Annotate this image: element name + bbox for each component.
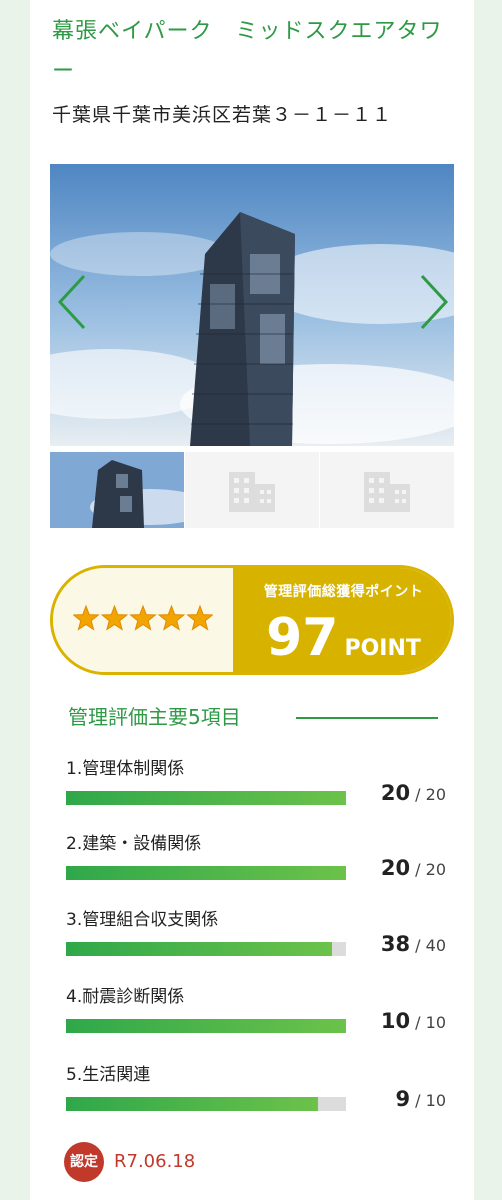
chevron-left-icon [57, 274, 86, 330]
item-score: 20 / 20 [381, 781, 446, 805]
item-label: 4.耐震診断関係 [66, 987, 185, 1007]
item-label: 1.管理体制関係 [66, 759, 185, 779]
score-bar-fill [66, 1019, 346, 1033]
item-label: 3.管理組合収支関係 [66, 910, 219, 930]
star-icon [73, 604, 100, 631]
score-bar [66, 1097, 346, 1111]
thumbnail-placeholder[interactable] [185, 452, 319, 528]
item-score: 10 / 10 [381, 1009, 446, 1033]
next-photo-button[interactable] [410, 270, 454, 334]
evaluation-item: 4.耐震診断関係 10 / 10 [66, 983, 446, 1053]
thumbnail-strip [50, 452, 454, 528]
score-bar [66, 942, 346, 956]
thumbnail-building-photo[interactable] [50, 452, 184, 528]
score-max: / 40 [415, 936, 446, 955]
score-value: 20 [380, 781, 411, 805]
star-icon [157, 604, 186, 631]
item-score: 38 / 40 [381, 932, 446, 956]
item-label: 5.生活関連 [66, 1065, 151, 1085]
score-max: / 10 [415, 1013, 446, 1032]
score-value: 10 [380, 1009, 411, 1033]
score-value: 9 [395, 1087, 411, 1111]
building-placeholder-icon [364, 472, 410, 512]
points-unit: POINT [344, 636, 421, 661]
star-icon [129, 604, 157, 631]
star-rating [73, 604, 213, 631]
evaluation-item: 1.管理体制関係 20 / 20 [66, 755, 446, 825]
property-name: 幕張ベイパーク ミッドスクエアタワー [52, 19, 443, 84]
building-placeholder-icon [229, 472, 275, 512]
score-max: / 20 [415, 860, 446, 879]
property-card: 幕張ベイパーク ミッドスクエアタワー 千葉県千葉市美浜区若葉３－１－１１ 管理評… [30, 0, 474, 1200]
points-value: 97 POINT [233, 608, 451, 668]
score-bar [66, 791, 346, 805]
score-bar [66, 866, 346, 880]
score-bar [66, 1019, 346, 1033]
item-score: 20 / 20 [381, 856, 446, 880]
evaluation-item: 2.建築・設備関係 20 / 20 [66, 830, 446, 900]
score-max: / 10 [415, 1091, 446, 1110]
certified-badge: 認定 [64, 1142, 104, 1182]
chevron-right-icon [420, 274, 449, 330]
item-label: 2.建築・設備関係 [66, 834, 202, 854]
score-value: 38 [380, 932, 411, 956]
score-bar-fill [66, 1097, 318, 1111]
star-icon [100, 604, 129, 631]
evaluation-item: 5.生活関連 9 / 10 [66, 1061, 446, 1131]
evaluation-title: 管理評価主要5項目 [68, 705, 241, 729]
score-bar-fill [66, 942, 332, 956]
total-points-box: 管理評価総獲得ポイント 97 POINT [50, 565, 454, 675]
prev-photo-button[interactable] [52, 270, 96, 334]
section-divider [296, 717, 438, 719]
thumbnail-placeholder[interactable] [320, 452, 454, 528]
points-label: 管理評価総獲得ポイント [263, 584, 424, 600]
score-bar-fill [66, 791, 346, 805]
property-address: 千葉県千葉市美浜区若葉３－１－１１ [52, 104, 393, 126]
main-photo[interactable] [50, 164, 454, 446]
score-value: 20 [380, 856, 411, 880]
item-score: 9 / 10 [395, 1087, 446, 1111]
star-rating-panel [53, 568, 233, 672]
score-max: / 20 [415, 785, 446, 804]
points-panel: 管理評価総獲得ポイント 97 POINT [233, 568, 451, 672]
score-bar-fill [66, 866, 346, 880]
evaluation-item: 3.管理組合収支関係 38 / 40 [66, 906, 446, 976]
certification-date: R7.06.18 [114, 1151, 196, 1172]
star-icon [186, 604, 213, 631]
points-number: 97 [266, 608, 339, 668]
